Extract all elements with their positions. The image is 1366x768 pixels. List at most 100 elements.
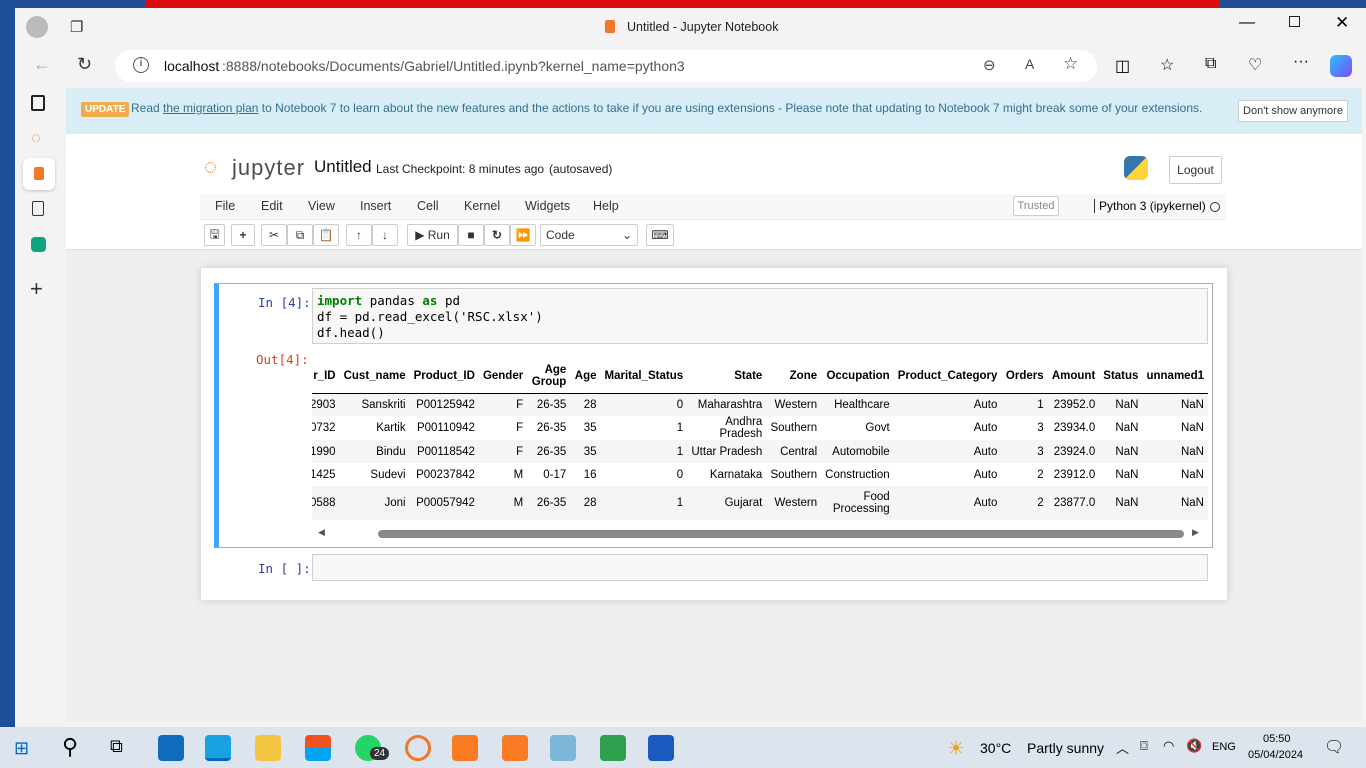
- banner-pre: Read: [131, 101, 164, 115]
- run-button[interactable]: ▶ Run: [407, 224, 458, 246]
- table-cell: 23934.0: [1053, 422, 1096, 434]
- menu-cell[interactable]: Cell: [417, 199, 439, 213]
- meet-icon[interactable]: ⌼: [1140, 738, 1148, 754]
- menu-help[interactable]: Help: [593, 199, 619, 213]
- copy-icon[interactable]: ⧉: [287, 224, 313, 246]
- table-row: 1425 Sudevi P00237842 M 0-17 16 0 Karnataka Sout…: [312, 463, 1208, 486]
- python-logo-icon: [1124, 156, 1148, 180]
- menu-widgets[interactable]: Widgets: [525, 199, 570, 213]
- task-view-icon[interactable]: ⧉: [110, 736, 123, 757]
- wifi-icon[interactable]: ◠: [1163, 738, 1174, 754]
- maximize-button[interactable]: [1289, 16, 1300, 27]
- dont-show-anymore-button[interactable]: Don't show anymore: [1238, 100, 1348, 122]
- weather-temp[interactable]: 30°C: [980, 740, 1011, 756]
- autosave-status: (autosaved): [549, 162, 613, 176]
- copilot-icon[interactable]: [1330, 55, 1352, 77]
- file-explorer-icon[interactable]: [255, 735, 281, 761]
- weather-icon[interactable]: ☀: [947, 736, 965, 761]
- collections-icon[interactable]: ⧉: [1205, 55, 1216, 73]
- back-button[interactable]: ←: [33, 54, 51, 75]
- active-tab-notebook[interactable]: [23, 158, 55, 190]
- store-icon[interactable]: [305, 735, 331, 761]
- menu-file[interactable]: File: [215, 199, 235, 213]
- restart-icon[interactable]: ↻: [484, 224, 510, 246]
- interrupt-icon[interactable]: ■: [458, 224, 484, 246]
- move-up-icon[interactable]: ↑: [346, 224, 372, 246]
- table-cell: Uttar Pradesh: [691, 445, 763, 458]
- word-icon[interactable]: [648, 735, 674, 761]
- profile-avatar[interactable]: [26, 16, 48, 38]
- address-bar[interactable]: i localhost :8888/notebooks/Documents/Ga…: [115, 50, 1097, 82]
- edge-app-icon[interactable]: [205, 735, 231, 761]
- xampp-icon[interactable]: [452, 735, 478, 761]
- close-button[interactable]: ✕: [1335, 13, 1349, 33]
- scroll-right-icon[interactable]: ▶: [1192, 527, 1199, 538]
- scrollbar-thumb[interactable]: [378, 530, 1184, 538]
- paste-icon[interactable]: 📋: [313, 224, 339, 246]
- sidebar-toggle-icon[interactable]: [31, 95, 45, 111]
- weather-text[interactable]: Partly sunny: [1027, 740, 1104, 756]
- chatgpt-tab-icon[interactable]: [31, 237, 46, 252]
- jupyter-tab-icon[interactable]: ◌: [31, 130, 41, 148]
- menu-insert[interactable]: Insert: [360, 199, 391, 213]
- favorites-icon[interactable]: ☆: [1160, 55, 1174, 75]
- app-icon[interactable]: [550, 735, 576, 761]
- table-cell: 28: [583, 497, 597, 509]
- table-row: 0588 Joni P00057942 M 26-35 28 1 Gujarat Western…: [312, 486, 1208, 520]
- keyword: as: [422, 293, 438, 308]
- table-cell: Construction: [825, 468, 890, 481]
- move-down-icon[interactable]: ↓: [372, 224, 398, 246]
- start-button[interactable]: ⊞: [14, 738, 29, 759]
- restart-run-all-icon[interactable]: ⏩: [510, 224, 536, 246]
- table-cell: Sudevi: [370, 468, 406, 481]
- dataframe-output: r_ID Cust_name Product_ID Gender Age Group Ag…: [312, 360, 1208, 526]
- mail-app-icon[interactable]: [158, 735, 184, 761]
- jupyter-logo-text[interactable]: jupyter: [232, 155, 305, 181]
- code-editor[interactable]: import pandas as pd df = pd.read_excel('…: [312, 288, 1208, 344]
- table-cell: 26-35: [536, 497, 567, 509]
- info-icon[interactable]: i: [133, 57, 149, 73]
- migration-plan-link[interactable]: the migration plan: [163, 101, 258, 115]
- table-cell: NaN: [1180, 468, 1204, 481]
- menu-edit[interactable]: Edit: [261, 199, 283, 213]
- empty-code-editor[interactable]: [312, 554, 1208, 581]
- cut-icon[interactable]: ✂: [261, 224, 287, 246]
- chart-app-icon[interactable]: [600, 735, 626, 761]
- extension-icon[interactable]: ♡: [1248, 55, 1262, 75]
- trusted-indicator[interactable]: Trusted: [1013, 196, 1059, 216]
- jupyter-app-icon[interactable]: [405, 735, 431, 761]
- xampp-icon-2[interactable]: [502, 735, 528, 761]
- menu-kernel[interactable]: Kernel: [464, 199, 500, 213]
- language-indicator[interactable]: ENG: [1212, 741, 1236, 753]
- volume-muted-icon[interactable]: 🔇: [1186, 738, 1202, 754]
- insert-cell-icon[interactable]: +: [231, 224, 255, 246]
- minimize-button[interactable]: —: [1239, 14, 1255, 32]
- show-hidden-icons[interactable]: ︿: [1116, 738, 1129, 757]
- document-tab-icon[interactable]: [32, 201, 44, 216]
- horizontal-scrollbar[interactable]: ◀ ▶: [312, 526, 1208, 542]
- new-tab-plus-icon[interactable]: +: [30, 276, 43, 302]
- url-path: :8888/notebooks/Documents/Gabriel/Untitl…: [222, 58, 685, 74]
- logout-button[interactable]: Logout: [1169, 156, 1222, 184]
- command-palette-icon[interactable]: ⌨: [646, 224, 674, 246]
- clock-date[interactable]: 05/04/2024: [1248, 749, 1303, 761]
- zoom-icon[interactable]: ⊖: [983, 56, 996, 74]
- cell-type-select[interactable]: Code ⌄: [540, 224, 638, 246]
- read-aloud-icon[interactable]: A: [1025, 56, 1034, 72]
- favorite-star-icon[interactable]: ☆: [1063, 54, 1078, 74]
- tabs-icon[interactable]: ❐: [70, 18, 83, 36]
- clock-time[interactable]: 05:50: [1263, 733, 1291, 745]
- search-icon[interactable]: ⚲: [62, 734, 78, 760]
- notifications-icon[interactable]: 🗨: [1324, 737, 1344, 757]
- jupyter-logo-icon[interactable]: ◌: [204, 154, 217, 180]
- notebook-title[interactable]: Untitled: [314, 157, 372, 177]
- scroll-left-icon[interactable]: ◀: [318, 527, 325, 538]
- refresh-button[interactable]: ↻: [77, 54, 92, 75]
- more-menu-icon[interactable]: ···: [1293, 53, 1309, 71]
- split-screen-icon[interactable]: ◫: [1115, 56, 1130, 76]
- notebook-container: In [4]: import pandas as pd df = pd.read…: [201, 268, 1227, 600]
- save-icon[interactable]: 🖫: [204, 224, 225, 246]
- column-header: Product_ID: [409, 360, 479, 394]
- selected-code-cell[interactable]: In [4]: import pandas as pd df = pd.read…: [214, 283, 1213, 548]
- menu-view[interactable]: View: [308, 199, 335, 213]
